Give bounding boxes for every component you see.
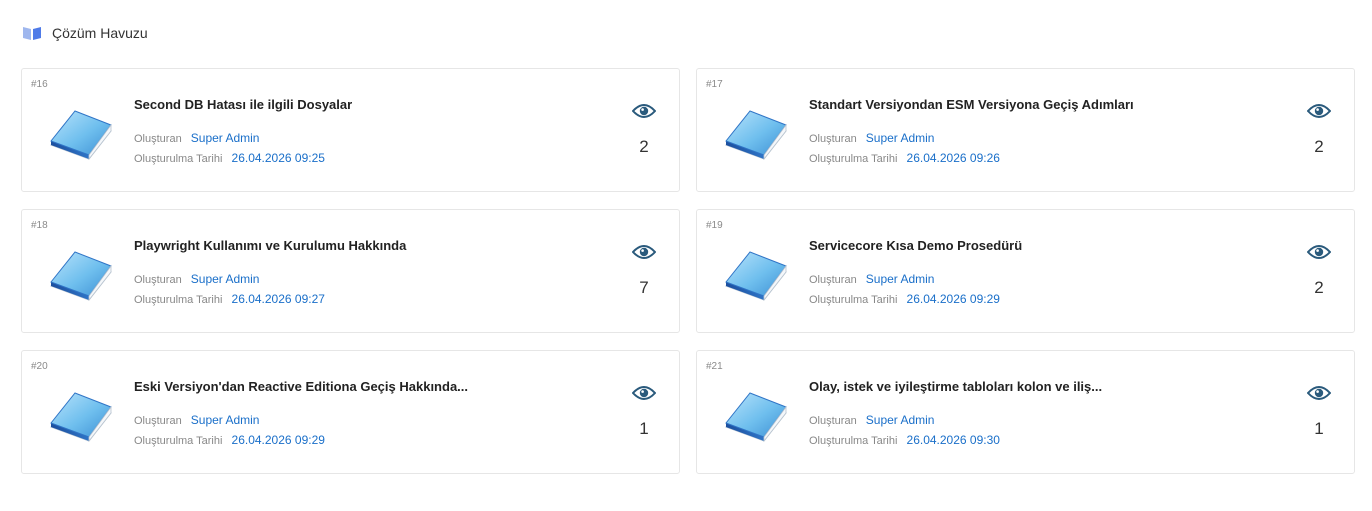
article-title[interactable]: Second DB Hatası ile ilgili Dosyalar [134,97,594,112]
author-row: Oluşturan Super Admin [134,272,259,286]
view-count: 2 [639,137,649,156]
eye-icon [632,245,656,259]
created-date: 26.04.2026 09:25 [231,151,325,165]
author-label: Oluşturan [809,133,857,145]
created-date: 26.04.2026 09:29 [231,433,325,447]
eye-icon [1307,386,1331,400]
blue-book-icon [50,392,112,443]
date-row: Oluşturulma Tarihi 26.04.2026 09:29 [809,292,1000,306]
author-label: Oluşturan [134,274,182,286]
article-id: #20 [31,361,48,372]
article-card[interactable]: #18 Playwright Kullanımı ve Kurulumu Hak… [21,209,680,333]
author-link[interactable]: Super Admin [191,131,260,145]
date-row: Oluşturulma Tarihi 26.04.2026 09:30 [809,433,1000,447]
view-count: 2 [1314,137,1324,156]
article-title[interactable]: Olay, istek ve iyileştirme tabloları kol… [809,379,1269,394]
blue-book-icon [725,392,787,443]
author-row: Oluşturan Super Admin [809,272,934,286]
blue-book-icon [725,110,787,161]
article-title[interactable]: Playwright Kullanımı ve Kurulumu Hakkınd… [134,238,594,253]
view-count: 2 [1314,278,1324,297]
created-date: 26.04.2026 09:27 [231,292,325,306]
author-link[interactable]: Super Admin [866,272,935,286]
date-row: Oluşturulma Tarihi 26.04.2026 09:27 [134,292,325,306]
article-title[interactable]: Standart Versiyondan ESM Versiyona Geçiş… [809,97,1269,112]
author-link[interactable]: Super Admin [191,272,260,286]
article-id: #18 [31,220,48,231]
eye-icon [632,386,656,400]
article-grid: #16 Second DB Hatası ile ilgili Dosyalar… [21,68,1355,474]
author-link[interactable]: Super Admin [866,413,935,427]
created-date: 26.04.2026 09:30 [906,433,1000,447]
page-header: Çözüm Havuzu [22,22,148,44]
author-link[interactable]: Super Admin [866,131,935,145]
article-id: #19 [706,220,723,231]
article-id: #17 [706,79,723,90]
page-title: Çözüm Havuzu [52,25,148,41]
date-label: Oluşturulma Tarihi [134,153,223,165]
author-row: Oluşturan Super Admin [809,413,934,427]
author-label: Oluşturan [809,415,857,427]
date-row: Oluşturulma Tarihi 26.04.2026 09:26 [809,151,1000,165]
article-card[interactable]: #20 Eski Versiyon'dan Reactive Editiona … [21,350,680,474]
view-count: 1 [1314,419,1324,438]
date-row: Oluşturulma Tarihi 26.04.2026 09:25 [134,151,325,165]
author-row: Oluşturan Super Admin [134,413,259,427]
eye-icon [632,104,656,118]
date-label: Oluşturulma Tarihi [134,294,223,306]
article-card[interactable]: #17 Standart Versiyondan ESM Versiyona G… [696,68,1355,192]
view-count: 1 [639,419,649,438]
date-label: Oluşturulma Tarihi [809,294,898,306]
blue-book-icon [50,251,112,302]
open-book-icon [23,27,41,40]
date-label: Oluşturulma Tarihi [134,435,223,447]
date-row: Oluşturulma Tarihi 26.04.2026 09:29 [134,433,325,447]
view-count: 7 [639,278,649,297]
author-label: Oluşturan [134,415,182,427]
article-card[interactable]: #16 Second DB Hatası ile ilgili Dosyalar… [21,68,680,192]
date-label: Oluşturulma Tarihi [809,435,898,447]
author-row: Oluşturan Super Admin [809,131,934,145]
article-card[interactable]: #21 Olay, istek ve iyileştirme tabloları… [696,350,1355,474]
created-date: 26.04.2026 09:26 [906,151,1000,165]
date-label: Oluşturulma Tarihi [809,153,898,165]
author-link[interactable]: Super Admin [191,413,260,427]
blue-book-icon [50,110,112,161]
author-label: Oluşturan [134,133,182,145]
author-label: Oluşturan [809,274,857,286]
article-card[interactable]: #19 Servicecore Kısa Demo Prosedürü Oluş… [696,209,1355,333]
eye-icon [1307,104,1331,118]
article-title[interactable]: Eski Versiyon'dan Reactive Editiona Geçi… [134,379,594,394]
article-id: #16 [31,79,48,90]
article-id: #21 [706,361,723,372]
article-title[interactable]: Servicecore Kısa Demo Prosedürü [809,238,1269,253]
blue-book-icon [725,251,787,302]
author-row: Oluşturan Super Admin [134,131,259,145]
eye-icon [1307,245,1331,259]
created-date: 26.04.2026 09:29 [906,292,1000,306]
